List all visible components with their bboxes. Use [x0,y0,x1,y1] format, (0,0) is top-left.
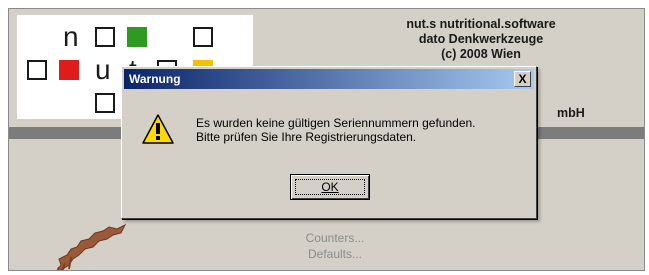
ok-button-label: OK [321,180,339,194]
vendor-copyright: (c) 2008 Wien [441,47,521,61]
logo-square-outline [95,27,115,47]
message-line-1: Es wurden keine gültigen Seriennummern g… [196,116,476,130]
logo-letter-u: u [95,54,111,85]
logo-letter-n: n [63,21,79,52]
ok-button[interactable]: OK [290,174,370,200]
vendor-legal-suffix: mbH [557,106,585,120]
logo-square-outline [193,27,213,47]
close-button[interactable]: X [514,71,531,87]
counters-link[interactable]: Counters... [295,231,375,245]
vendor-info: nut.s nutritional.software dato Denkwerk… [381,17,581,62]
warning-icon [142,114,174,144]
message-line-2: Bitte prüfen Sie Ihre Registrierungsdate… [196,130,417,144]
vendor-name: nut.s nutritional.software [406,17,556,31]
anatomy-graphic-icon [56,223,127,270]
dialog-title: Warnung [129,72,181,86]
close-icon: X [518,72,527,86]
logo-square-outline [27,60,47,80]
defaults-link[interactable]: Defaults... [295,247,375,261]
logo-square-outline [95,93,115,113]
warning-dialog: Warnung X Es wurden keine gültigen Serie… [121,66,537,219]
logo-square-red [59,60,79,80]
vendor-company: dato Denkwerkzeuge [418,32,544,46]
logo-square-green [127,27,147,47]
dialog-message: Es wurden keine gültigen Seriennummern g… [196,116,476,144]
dialog-title-bar[interactable]: Warnung X [124,69,534,89]
